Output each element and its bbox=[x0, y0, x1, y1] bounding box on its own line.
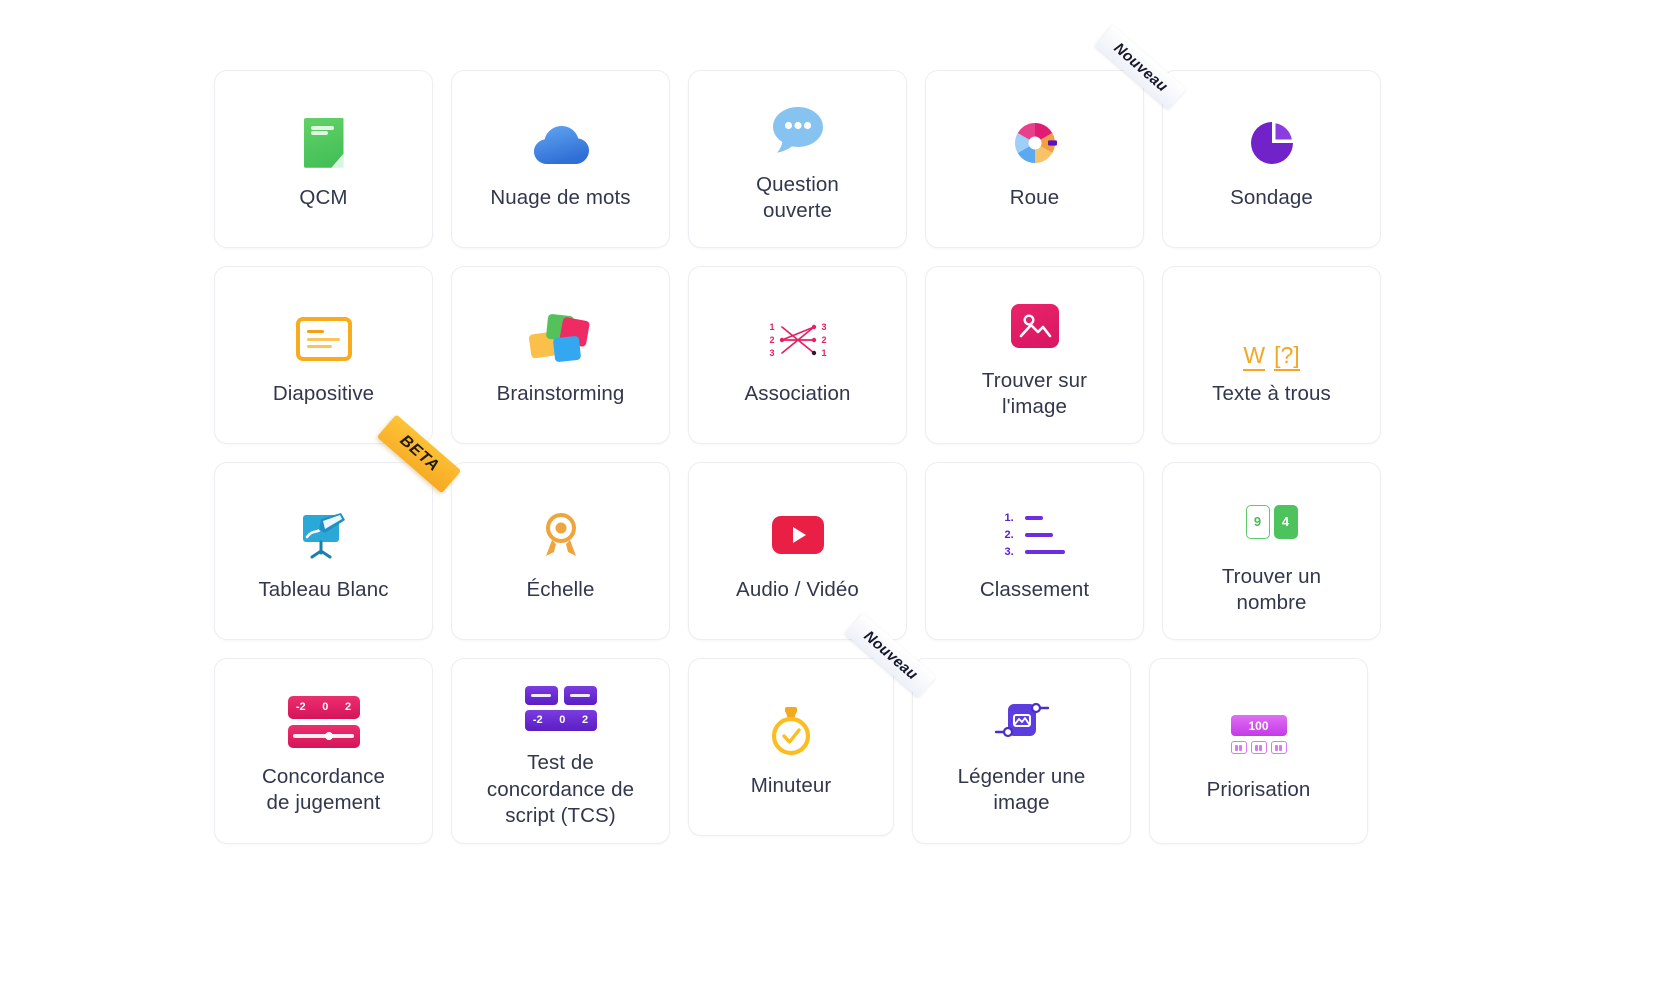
number-card: 9 bbox=[1245, 504, 1270, 539]
svg-text:3: 3 bbox=[821, 322, 826, 332]
prioritization-chip bbox=[1250, 741, 1267, 755]
rank-number: 1. bbox=[1004, 511, 1014, 524]
card-legender-une-image[interactable]: Légender une image bbox=[912, 658, 1131, 844]
scale-value: 2 bbox=[345, 701, 352, 714]
prioritization-icon: 100 bbox=[1230, 703, 1287, 767]
document-green-icon bbox=[303, 111, 344, 175]
card-label: Nuage de mots bbox=[490, 185, 631, 209]
card-label: Tableau Blanc bbox=[258, 577, 389, 601]
card-trouver-sur-limage[interactable]: Trouver sur l'image bbox=[925, 266, 1144, 444]
scale-value: 0 bbox=[559, 714, 566, 727]
card-trouver-un-nombre[interactable]: 9 4 Trouver un nombre bbox=[1162, 462, 1381, 640]
stopwatch-icon bbox=[767, 699, 815, 763]
card-label: Classement bbox=[979, 577, 1090, 601]
fill-in-blank-icon: W [?] bbox=[1243, 307, 1300, 371]
script-concordance-icon: -2 0 2 bbox=[524, 676, 597, 740]
scale-value: 2 bbox=[582, 714, 589, 727]
svg-text:1: 1 bbox=[821, 348, 826, 358]
card-label: Texte à trous bbox=[1212, 381, 1331, 405]
card-test-de-concordance-de-script[interactable]: -2 0 2 Test de concordance de script (TC… bbox=[451, 658, 670, 844]
prioritization-value: 100 bbox=[1230, 715, 1287, 737]
sticky-notes-icon bbox=[527, 307, 592, 371]
speech-bubble-icon bbox=[770, 98, 826, 162]
card-label: Échelle bbox=[526, 577, 595, 601]
cloud-blue-icon bbox=[530, 111, 592, 175]
card-minuteur[interactable]: Nouveau Minuteur bbox=[688, 613, 936, 836]
svg-text:1: 1 bbox=[769, 322, 774, 332]
card-brainstorming[interactable]: Brainstorming bbox=[451, 266, 670, 444]
card-priorisation[interactable]: 100 Priorisation bbox=[1149, 658, 1368, 844]
grid-row: -2 0 2 Concordance de jugement -2 0 2 Te… bbox=[214, 613, 1479, 844]
matching-lines-icon: 1 2 3 3 2 1 bbox=[766, 307, 830, 371]
fill-blank-gap: [?] bbox=[1274, 343, 1300, 371]
prioritization-chip bbox=[1270, 741, 1287, 755]
card-label: Légender une image bbox=[957, 764, 1086, 814]
slide-icon bbox=[295, 307, 352, 371]
card-label: Roue bbox=[1009, 185, 1060, 209]
ranking-list-icon: 1. 2. 3. bbox=[1005, 503, 1065, 567]
card-label: Minuteur bbox=[750, 773, 832, 797]
grid-row: QCM Nuage de mots Question ouverte Nouve… bbox=[214, 25, 1479, 248]
card-label: QCM bbox=[299, 185, 348, 209]
number-card: 4 bbox=[1273, 504, 1298, 539]
card-tableau-blanc[interactable]: BETA Tableau Blanc bbox=[214, 414, 462, 640]
donut-wheel-icon bbox=[1013, 111, 1057, 175]
number-cards-icon: 9 4 bbox=[1245, 490, 1298, 554]
svg-text:3: 3 bbox=[769, 348, 774, 358]
card-roue[interactable]: Nouveau Roue bbox=[925, 25, 1186, 248]
card-sondage[interactable]: Sondage bbox=[1162, 70, 1381, 248]
card-label: Association bbox=[744, 381, 851, 405]
card-nuage-de-mots[interactable]: Nuage de mots bbox=[451, 70, 670, 248]
card-label: Test de concordance de script (TCS) bbox=[486, 751, 635, 828]
fill-blank-letter: W bbox=[1243, 343, 1266, 371]
image-pin-icon bbox=[1010, 294, 1059, 358]
card-echelle[interactable]: Échelle bbox=[451, 462, 670, 640]
badge-nouveau: Nouveau bbox=[1094, 25, 1186, 110]
card-qcm[interactable]: QCM bbox=[214, 70, 433, 248]
card-label: Question ouverte bbox=[756, 172, 839, 222]
judgment-scale-icon: -2 0 2 bbox=[287, 690, 360, 754]
card-label: Sondage bbox=[1230, 185, 1313, 209]
svg-text:2: 2 bbox=[769, 335, 774, 345]
card-audio-video[interactable]: Audio / Vidéo bbox=[688, 462, 907, 640]
scale-value: 0 bbox=[322, 701, 329, 714]
grid-row: BETA Tableau Blanc Échelle Audio / Vidéo… bbox=[214, 414, 1479, 640]
card-label: Brainstorming bbox=[496, 381, 625, 405]
card-label: Trouver sur l'image bbox=[981, 368, 1088, 418]
card-label: Concordance de jugement bbox=[261, 764, 386, 814]
card-association[interactable]: 1 2 3 3 2 1 Association bbox=[688, 266, 907, 444]
image-caption-icon bbox=[994, 690, 1050, 754]
card-concordance-de-jugement[interactable]: -2 0 2 Concordance de jugement bbox=[214, 658, 433, 844]
grid-row: Diapositive Brainstorming 1 2 3 3 2 1 As… bbox=[214, 266, 1479, 444]
card-label: Priorisation bbox=[1206, 777, 1311, 801]
video-play-icon bbox=[771, 503, 824, 567]
rank-number: 2. bbox=[1004, 528, 1014, 541]
pie-chart-icon bbox=[1249, 111, 1295, 175]
card-label: Audio / Vidéo bbox=[736, 577, 859, 601]
card-texte-a-trous[interactable]: W [?] Texte à trous bbox=[1162, 266, 1381, 444]
card-classement[interactable]: 1. 2. 3. Classement bbox=[925, 462, 1144, 640]
card-question-ouverte[interactable]: Question ouverte bbox=[688, 70, 907, 248]
card-label: Trouver un nombre bbox=[1221, 564, 1322, 614]
rank-number: 3. bbox=[1004, 545, 1014, 558]
prioritization-chip bbox=[1230, 741, 1247, 755]
tool-picker-screen: QCM Nuage de mots Question ouverte Nouve… bbox=[0, 0, 1680, 990]
card-label: Diapositive bbox=[272, 381, 375, 405]
activity-type-grid: QCM Nuage de mots Question ouverte Nouve… bbox=[214, 25, 1479, 844]
whiteboard-icon bbox=[299, 503, 349, 567]
medal-icon bbox=[541, 503, 581, 567]
svg-text:2: 2 bbox=[821, 335, 826, 345]
scale-value: -2 bbox=[295, 701, 306, 714]
scale-value: -2 bbox=[532, 714, 543, 727]
